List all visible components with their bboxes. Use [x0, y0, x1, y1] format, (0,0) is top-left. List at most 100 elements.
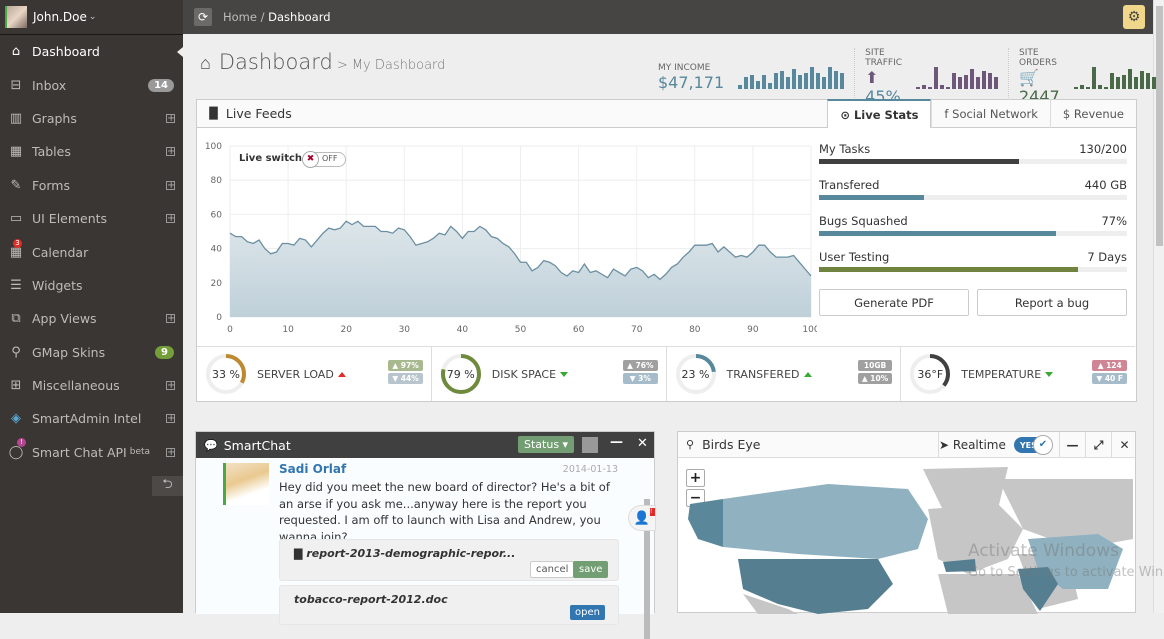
spark-bar [1109, 73, 1114, 89]
knob-badge: ▼ 44% [388, 373, 423, 384]
tab-social-network[interactable]: f Social Network [931, 99, 1050, 128]
comment-icon: ◯! [7, 438, 26, 460]
spark-bar [976, 77, 980, 89]
sidebar-item-widgets[interactable]: ☰ Widgets [0, 269, 183, 302]
sidebar-item-smart-chat-api[interactable]: ◯! Smart Chat API beta + [0, 436, 183, 469]
scrollbar-thumb[interactable] [1156, 6, 1163, 246]
sidebar-item-label: GMap Skins [32, 344, 106, 360]
home-icon: ⌂ [11, 44, 21, 60]
expand-icon[interactable]: + [166, 447, 175, 457]
page-title-text: Dashboard [218, 50, 333, 74]
spark-bar [988, 73, 992, 89]
breadcrumb-home[interactable]: Home [223, 10, 257, 24]
expand-icon[interactable]: + [166, 180, 175, 190]
knob-label-text: DISK SPACE [491, 367, 557, 381]
user-menu[interactable]: John.Doe ⌄ [0, 0, 183, 35]
message-author[interactable]: Sadi Orlaf [279, 462, 346, 476]
sidebar-item-inbox[interactable]: ⊟ Inbox 14 [0, 68, 183, 101]
expand-icon: ⤢ [1093, 437, 1104, 452]
minimize-icon: — [1066, 438, 1079, 452]
sidebar-item-label: Smart Chat API [32, 444, 127, 460]
collapse-sidebar-button[interactable]: ⮌ [152, 476, 183, 496]
sidebar-item-calendar[interactable]: ▦ 3 Calendar [0, 235, 183, 268]
close-button[interactable]: ✕ [1111, 432, 1137, 458]
x-tick-label: 10 [282, 325, 294, 335]
sidebar-item-app-views[interactable]: ⧉ App Views + [0, 302, 183, 335]
sidebar-item-ui-elements[interactable]: ▭ UI Elements + [0, 202, 183, 235]
live-switch-toggle[interactable]: ✖ OFF [302, 151, 346, 168]
trend-up-icon [337, 372, 346, 377]
world-map[interactable] [678, 459, 1137, 614]
fullscreen-button[interactable]: ⤢ [1085, 432, 1111, 458]
sidebar-item-tables[interactable]: ▦ Tables + [0, 135, 183, 168]
progress-value: 440 GB [1084, 178, 1127, 192]
settings-button[interactable]: ⚙ [1123, 5, 1145, 29]
x-tick-label: 70 [631, 325, 643, 335]
knob-badge: ▲ 97% [388, 360, 423, 371]
knob-label: SERVER LOAD [257, 368, 346, 381]
progress-fill [819, 231, 1057, 236]
notification-badge: ! [17, 438, 26, 448]
report-bug-button[interactable]: Report a bug [977, 289, 1127, 316]
message-date: 2014-01-13 [562, 464, 618, 475]
y-tick-label: 80 [211, 176, 223, 186]
color-toggle-button[interactable] [582, 437, 598, 453]
minimize-icon[interactable]: — [610, 435, 623, 450]
map-region-alaska [688, 499, 723, 547]
expand-icon[interactable]: + [166, 414, 175, 424]
widget-tabs: ⊙ Live Stats f Social Network $ Revenue [827, 99, 1136, 128]
expand-icon[interactable]: + [166, 147, 175, 157]
spark-bar [1091, 67, 1096, 89]
sidebar-item-graphs[interactable]: ▥ Graphs + [0, 102, 183, 135]
sidebar-item-gmap-skins[interactable]: ⚲ GMap Skins 9 [0, 336, 183, 369]
spark-bar [1127, 69, 1132, 89]
shopping-cart-icon: 🛒 [1019, 68, 1039, 87]
tab-revenue[interactable]: $ Revenue [1049, 99, 1136, 128]
progress-fill [819, 159, 1020, 164]
beta-label: beta [129, 447, 151, 458]
x-tick-label: 80 [689, 325, 701, 335]
save-button[interactable]: save [573, 561, 609, 578]
widget-title: Live Feeds [225, 106, 292, 121]
expand-icon[interactable]: + [166, 214, 175, 224]
tab-live-stats[interactable]: ⊙ Live Stats [827, 99, 932, 128]
stat-value: $47,171 [658, 72, 725, 92]
status-dropdown[interactable]: Status ▾ [518, 436, 575, 453]
stat-income: MY INCOME $47,171 [648, 48, 854, 106]
expand-icon[interactable]: + [166, 381, 175, 391]
sidebar-item-forms[interactable]: ✎ Forms + [0, 169, 183, 202]
count-badge: 9 [155, 345, 174, 359]
minimize-button[interactable]: — [1059, 432, 1085, 458]
refresh-button[interactable]: ⟳ [194, 8, 212, 26]
realtime-control: ➤ Realtime YES ✔ [938, 432, 1053, 458]
stat-label: SITE ORDERS [1019, 48, 1057, 68]
progress-item: Bugs Squashed 77% [819, 214, 1127, 236]
generate-pdf-button[interactable]: Generate PDF [819, 289, 969, 316]
puzzle-icon: ⧉ [11, 311, 21, 327]
knob-temperature: 36°F TEMPERATURE ▲ 124 ▼ 40 F [900, 347, 1135, 401]
sidebar-item-dashboard[interactable]: ⌂ Dashboard [0, 35, 183, 68]
sidebar-item-label: Miscellaneous [32, 378, 120, 394]
progress-label: Transfered [819, 178, 880, 192]
spark-bar [1097, 85, 1102, 89]
knob-badge: ▲ 10% [857, 373, 893, 384]
chat-users-button[interactable]: 👤! [628, 505, 656, 531]
sidebar-item-label: SmartAdmin Intel [32, 411, 142, 427]
trend-down-icon [1045, 372, 1054, 377]
sidebar-item-smartadmin-intel[interactable]: ◈ SmartAdmin Intel + [0, 402, 183, 435]
trend-up-icon [803, 372, 812, 377]
tab-label: Live Stats [853, 107, 919, 122]
sidebar-item-miscellaneous[interactable]: ⊞ Miscellaneous + [0, 369, 183, 402]
close-icon[interactable]: ✕ [637, 436, 648, 451]
smartchat-widget: 💬 SmartChat Status ▾ — ✕ Sadi Orlaf 2014… [195, 431, 656, 639]
user-icon: 👤 [633, 510, 651, 526]
sidebar-item-label: Dashboard [32, 44, 100, 60]
cancel-button[interactable]: cancel [530, 561, 575, 578]
spark-bar [786, 77, 791, 89]
expand-icon[interactable]: + [166, 314, 175, 324]
expand-icon[interactable]: + [166, 113, 175, 123]
dollar-icon: $ [1062, 106, 1071, 121]
sidebar-item-label: UI Elements [32, 211, 108, 227]
realtime-toggle[interactable]: YES ✔ [1013, 435, 1053, 455]
close-icon: ✕ [1119, 438, 1130, 452]
